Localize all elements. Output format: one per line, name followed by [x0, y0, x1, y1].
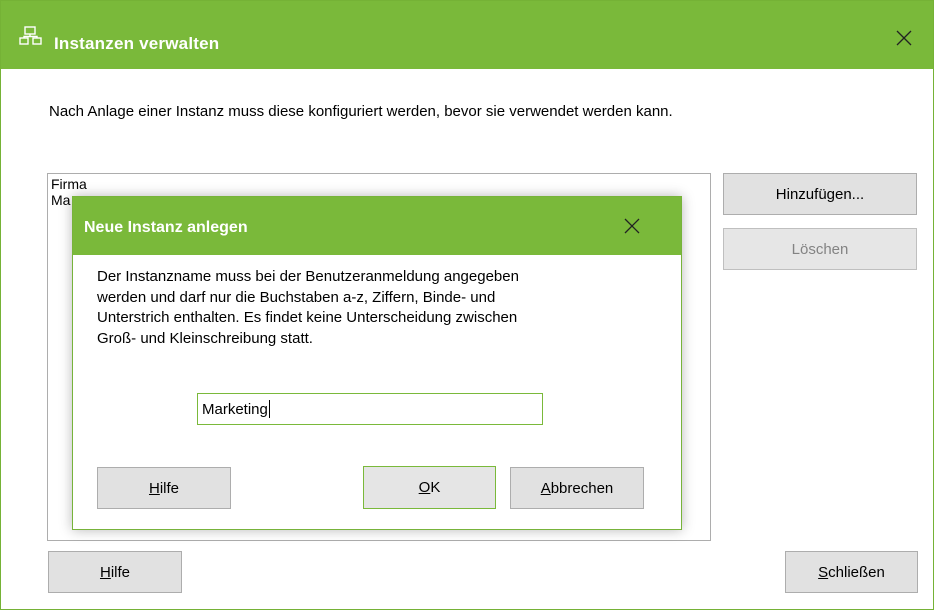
ok-mnemonic: O [418, 479, 431, 496]
instances-icon [19, 26, 43, 52]
help-label: ilfe [110, 563, 131, 581]
dialog-message: Der Instanzname muss bei der Benutzeranm… [97, 267, 667, 349]
add-instance-button[interactable]: Hinzufügen... [723, 173, 917, 215]
cancel-mnemonic: A [540, 479, 551, 497]
new-instance-dialog: Neue Instanz anlegen Der Instanzname mus… [72, 196, 682, 530]
instance-name-input[interactable]: Marketing [197, 393, 543, 425]
close-button[interactable]: Schließen [785, 551, 918, 593]
ok-button[interactable]: OK [363, 466, 496, 509]
dialog-message-line: Der Instanzname muss bei der Benutzeranm… [97, 268, 519, 285]
window-description: Nach Anlage einer Instanz muss diese kon… [49, 103, 673, 120]
close-icon[interactable] [893, 27, 915, 49]
dialog-help-button[interactable]: Hilfe [97, 467, 231, 509]
close-label: chließen [828, 563, 885, 581]
instance-name-value: Marketing [202, 401, 268, 418]
list-item[interactable]: Firma [51, 176, 87, 192]
delete-button-label: Löschen [791, 240, 849, 258]
dialog-message-line: werden und darf nur die Buchstaben a-z, … [97, 288, 496, 306]
window-titlebar[interactable]: Instanzen verwalten [1, 1, 933, 69]
add-button-label: Hinzufügen... [775, 185, 865, 203]
window-title: Instanzen verwalten [54, 34, 220, 53]
dialog-help-mnemonic: H [148, 479, 160, 497]
close-icon[interactable] [622, 216, 642, 236]
ok-label: K [430, 479, 441, 496]
list-item[interactable]: Ma [51, 192, 70, 208]
cancel-label: bbrechen [550, 479, 614, 497]
dialog-help-label: ilfe [159, 479, 180, 497]
delete-instance-button[interactable]: Löschen [723, 228, 917, 270]
help-mnemonic: H [99, 563, 111, 581]
close-mnemonic: S [818, 563, 829, 581]
dialog-message-line: Unterstrich enthalten. Es findet keine U… [97, 309, 518, 326]
text-caret [268, 400, 270, 418]
cancel-button[interactable]: Abbrechen [510, 467, 644, 509]
dialog-titlebar[interactable]: Neue Instanz anlegen [73, 197, 681, 255]
dialog-title: Neue Instanz anlegen [84, 219, 248, 236]
dialog-message-line: Groß- und Kleinschreibung statt. [97, 329, 313, 347]
help-button[interactable]: Hilfe [48, 551, 182, 593]
